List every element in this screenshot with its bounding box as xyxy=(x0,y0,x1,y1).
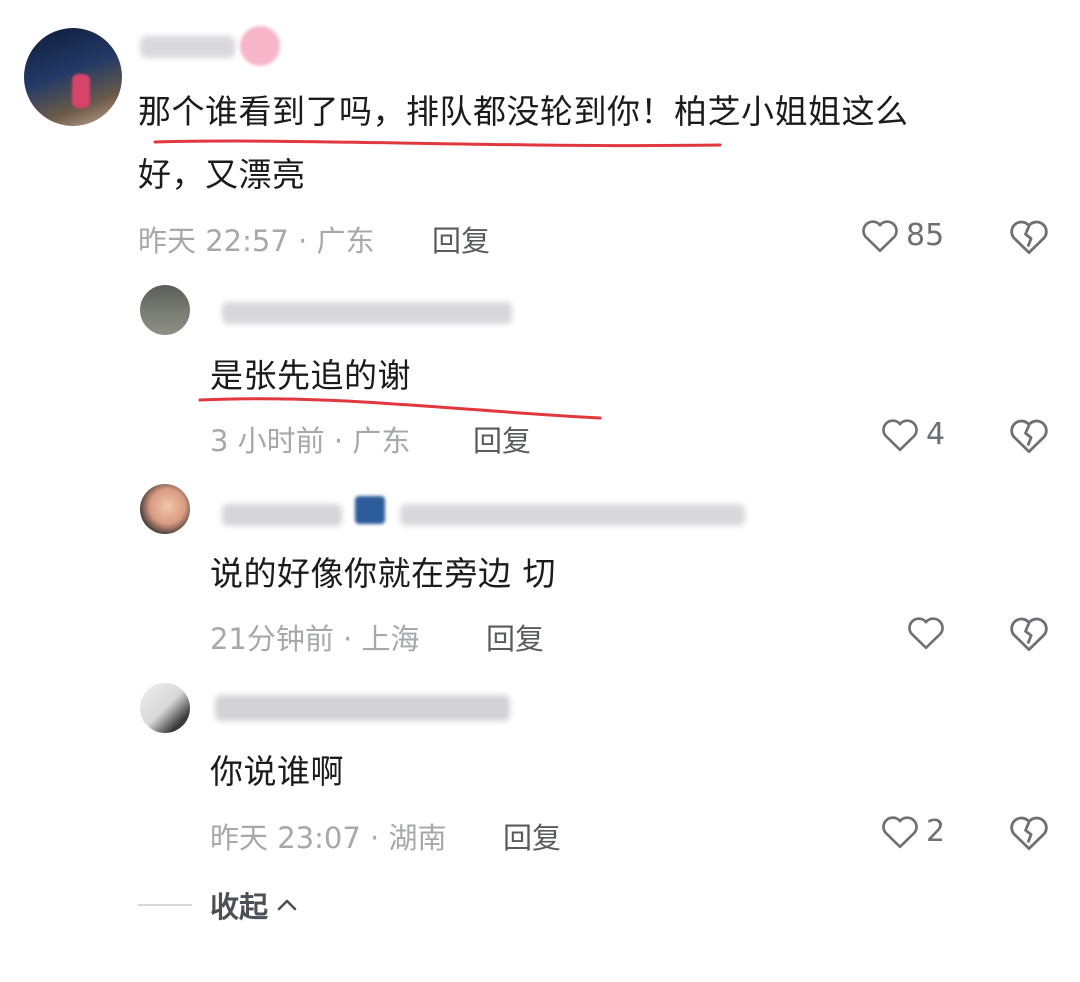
reply-button[interactable]: 回复 xyxy=(503,815,561,857)
heart-outline-icon xyxy=(880,812,920,850)
reply-button[interactable]: 回复 xyxy=(473,418,531,460)
like-count: 2 xyxy=(926,813,946,849)
annotation-underline xyxy=(153,139,722,148)
heart-outline-icon xyxy=(860,216,900,254)
avatar[interactable] xyxy=(24,28,122,126)
heart-outline-icon xyxy=(880,415,920,453)
like-button[interactable]: 85 xyxy=(860,216,944,254)
dislike-button[interactable] xyxy=(1008,812,1050,852)
reply-button[interactable]: 回复 xyxy=(432,218,490,260)
comment-text: 那个谁看到了吗，排队都没轮到你！柏芝小姐姐这么 xyxy=(138,92,909,131)
comment-meta: 昨天 22:57 · 广东 xyxy=(138,224,375,258)
comment-meta: 21分钟前 · 上海 xyxy=(210,622,420,656)
chevron-up-icon xyxy=(276,897,298,913)
broken-heart-icon xyxy=(1008,415,1050,455)
avatar[interactable] xyxy=(140,683,190,733)
broken-heart-icon xyxy=(1008,613,1050,653)
avatar[interactable] xyxy=(140,484,190,534)
collapse-label: 收起 xyxy=(210,890,269,924)
like-count: 4 xyxy=(926,416,946,452)
heart-outline-icon xyxy=(906,613,946,651)
dislike-button[interactable] xyxy=(1008,216,1050,256)
like-button[interactable]: 4 xyxy=(880,415,945,453)
like-count: 85 xyxy=(906,217,945,253)
divider-line xyxy=(138,904,192,906)
reply-button[interactable]: 回复 xyxy=(486,616,544,658)
dislike-button[interactable] xyxy=(1008,415,1050,455)
broken-heart-icon xyxy=(1008,812,1050,852)
comment-text: 你说谁啊 xyxy=(210,752,344,791)
comment-meta: 昨天 23:07 · 湖南 xyxy=(210,821,447,855)
comment-text: 说的好像你就在旁边 切 xyxy=(210,554,556,593)
like-button[interactable]: 2 xyxy=(880,812,945,850)
collapse-replies-button[interactable]: 收起 xyxy=(138,884,298,926)
like-button[interactable] xyxy=(906,613,952,651)
comment-text-line2: 好，又漂亮 xyxy=(138,155,306,194)
avatar[interactable] xyxy=(140,285,190,335)
dislike-button[interactable] xyxy=(1008,613,1050,653)
comment-meta: 3 小时前 · 广东 xyxy=(210,424,411,458)
broken-heart-icon xyxy=(1008,216,1050,256)
